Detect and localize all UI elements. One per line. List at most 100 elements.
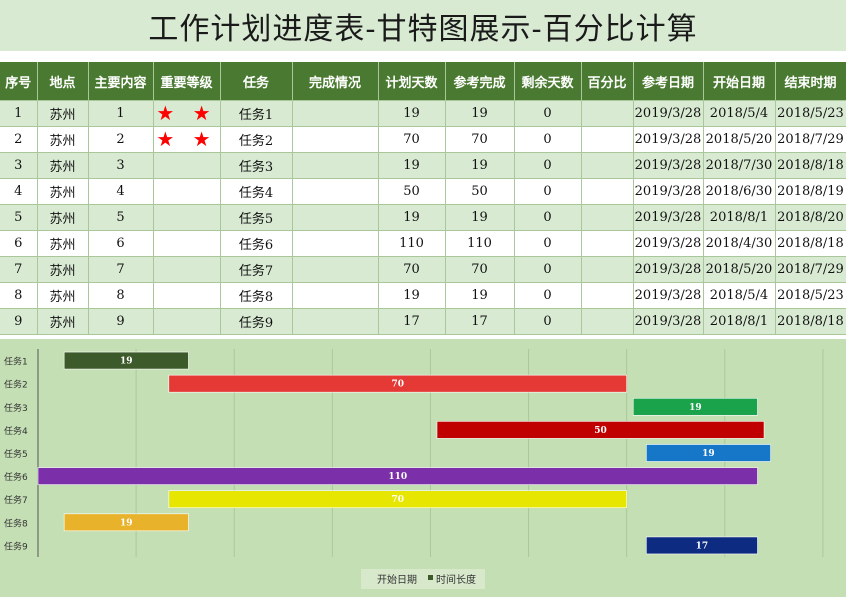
cell-content[interactable]: 6 (88, 230, 154, 257)
cell-percent[interactable] (581, 308, 634, 335)
cell-end-date[interactable]: 2018/8/20 (775, 204, 846, 231)
cell-plan-days[interactable]: 110 (378, 230, 446, 257)
cell-status[interactable] (292, 152, 379, 179)
cell-location[interactable]: 苏州 (37, 204, 89, 231)
cell-status[interactable] (292, 230, 379, 257)
cell-end-date[interactable]: 2018/7/29 (775, 126, 846, 153)
cell-start-date[interactable]: 2018/5/4 (703, 282, 776, 309)
header-cell-location[interactable]: 地点 (37, 62, 89, 101)
cell-remaining[interactable]: 0 (514, 100, 582, 127)
cell-content[interactable]: 7 (88, 256, 154, 283)
cell-end-date[interactable]: 2018/8/18 (775, 152, 846, 179)
header-cell-seq[interactable]: 序号 (0, 62, 38, 101)
cell-percent[interactable] (581, 126, 634, 153)
cell-start-date[interactable]: 2018/8/1 (703, 204, 776, 231)
cell-task[interactable]: 任务7 (220, 256, 293, 283)
cell-status[interactable] (292, 308, 379, 335)
cell-ref-done[interactable]: 17 (445, 308, 515, 335)
cell-ref-date[interactable]: 2019/3/28 (633, 256, 704, 283)
header-cell-content[interactable]: 主要内容 (88, 62, 154, 101)
cell-location[interactable]: 苏州 (37, 100, 89, 127)
cell-percent[interactable] (581, 178, 634, 205)
cell-end-date[interactable]: 2018/8/18 (775, 308, 846, 335)
cell-location[interactable]: 苏州 (37, 282, 89, 309)
cell-ref-done[interactable]: 70 (445, 126, 515, 153)
cell-percent[interactable] (581, 204, 634, 231)
cell-start-date[interactable]: 2018/5/20 (703, 256, 776, 283)
cell-location[interactable]: 苏州 (37, 126, 89, 153)
cell-plan-days[interactable]: 70 (378, 126, 446, 153)
cell-ref-date[interactable]: 2019/3/28 (633, 308, 704, 335)
cell-ref-date[interactable]: 2019/3/28 (633, 282, 704, 309)
cell-status[interactable] (292, 204, 379, 231)
cell-ref-done[interactable]: 19 (445, 282, 515, 309)
cell-priority[interactable] (153, 308, 221, 335)
cell-percent[interactable] (581, 152, 634, 179)
cell-priority[interactable] (153, 178, 221, 205)
cell-task[interactable]: 任务5 (220, 204, 293, 231)
cell-priority[interactable] (153, 230, 221, 257)
cell-plan-days[interactable]: 70 (378, 256, 446, 283)
cell-content[interactable]: 5 (88, 204, 154, 231)
cell-task[interactable]: 任务3 (220, 152, 293, 179)
header-cell-ref-done[interactable]: 参考完成 (445, 62, 515, 101)
cell-task[interactable]: 任务1 (220, 100, 293, 127)
cell-priority[interactable] (153, 282, 221, 309)
cell-content[interactable]: 8 (88, 282, 154, 309)
cell-plan-days[interactable]: 19 (378, 100, 446, 127)
cell-plan-days[interactable]: 17 (378, 308, 446, 335)
cell-remaining[interactable]: 0 (514, 152, 582, 179)
cell-content[interactable]: 9 (88, 308, 154, 335)
cell-ref-date[interactable]: 2019/3/28 (633, 100, 704, 127)
cell-status[interactable] (292, 282, 379, 309)
cell-location[interactable]: 苏州 (37, 308, 89, 335)
cell-status[interactable] (292, 256, 379, 283)
cell-ref-done[interactable]: 70 (445, 256, 515, 283)
cell-seq[interactable]: 3 (0, 152, 38, 179)
cell-remaining[interactable]: 0 (514, 308, 582, 335)
cell-percent[interactable] (581, 230, 634, 257)
cell-start-date[interactable]: 2018/8/1 (703, 308, 776, 335)
cell-ref-done[interactable]: 19 (445, 100, 515, 127)
cell-status[interactable] (292, 178, 379, 205)
cell-ref-date[interactable]: 2019/3/28 (633, 230, 704, 257)
cell-ref-date[interactable]: 2019/3/28 (633, 152, 704, 179)
header-cell-end-date[interactable]: 结束时期 (775, 62, 846, 101)
cell-task[interactable]: 任务9 (220, 308, 293, 335)
cell-priority[interactable]: ★ ★ (153, 126, 221, 153)
cell-end-date[interactable]: 2018/5/23 (775, 100, 846, 127)
cell-status[interactable] (292, 100, 379, 127)
cell-seq[interactable]: 8 (0, 282, 38, 309)
cell-start-date[interactable]: 2018/7/30 (703, 152, 776, 179)
cell-ref-date[interactable]: 2019/3/28 (633, 178, 704, 205)
header-cell-status[interactable]: 完成情况 (292, 62, 379, 101)
cell-location[interactable]: 苏州 (37, 230, 89, 257)
cell-task[interactable]: 任务8 (220, 282, 293, 309)
header-cell-ref-date[interactable]: 参考日期 (633, 62, 704, 101)
cell-end-date[interactable]: 2018/7/29 (775, 256, 846, 283)
cell-remaining[interactable]: 0 (514, 178, 582, 205)
header-cell-plan-days[interactable]: 计划天数 (378, 62, 446, 101)
cell-start-date[interactable]: 2018/4/30 (703, 230, 776, 257)
cell-remaining[interactable]: 0 (514, 282, 582, 309)
cell-priority[interactable]: ★ ★ (153, 100, 221, 127)
cell-ref-date[interactable]: 2019/3/28 (633, 126, 704, 153)
cell-remaining[interactable]: 0 (514, 256, 582, 283)
cell-seq[interactable]: 6 (0, 230, 38, 257)
cell-start-date[interactable]: 2018/5/20 (703, 126, 776, 153)
header-cell-task[interactable]: 任务 (220, 62, 293, 101)
cell-start-date[interactable]: 2018/5/4 (703, 100, 776, 127)
cell-ref-date[interactable]: 2019/3/28 (633, 204, 704, 231)
cell-priority[interactable] (153, 204, 221, 231)
cell-remaining[interactable]: 0 (514, 230, 582, 257)
cell-task[interactable]: 任务6 (220, 230, 293, 257)
cell-location[interactable]: 苏州 (37, 256, 89, 283)
cell-seq[interactable]: 1 (0, 100, 38, 127)
cell-content[interactable]: 2 (88, 126, 154, 153)
cell-seq[interactable]: 4 (0, 178, 38, 205)
cell-percent[interactable] (581, 256, 634, 283)
cell-remaining[interactable]: 0 (514, 126, 582, 153)
header-cell-start-date[interactable]: 开始日期 (703, 62, 776, 101)
cell-end-date[interactable]: 2018/5/23 (775, 282, 846, 309)
cell-ref-done[interactable]: 19 (445, 204, 515, 231)
